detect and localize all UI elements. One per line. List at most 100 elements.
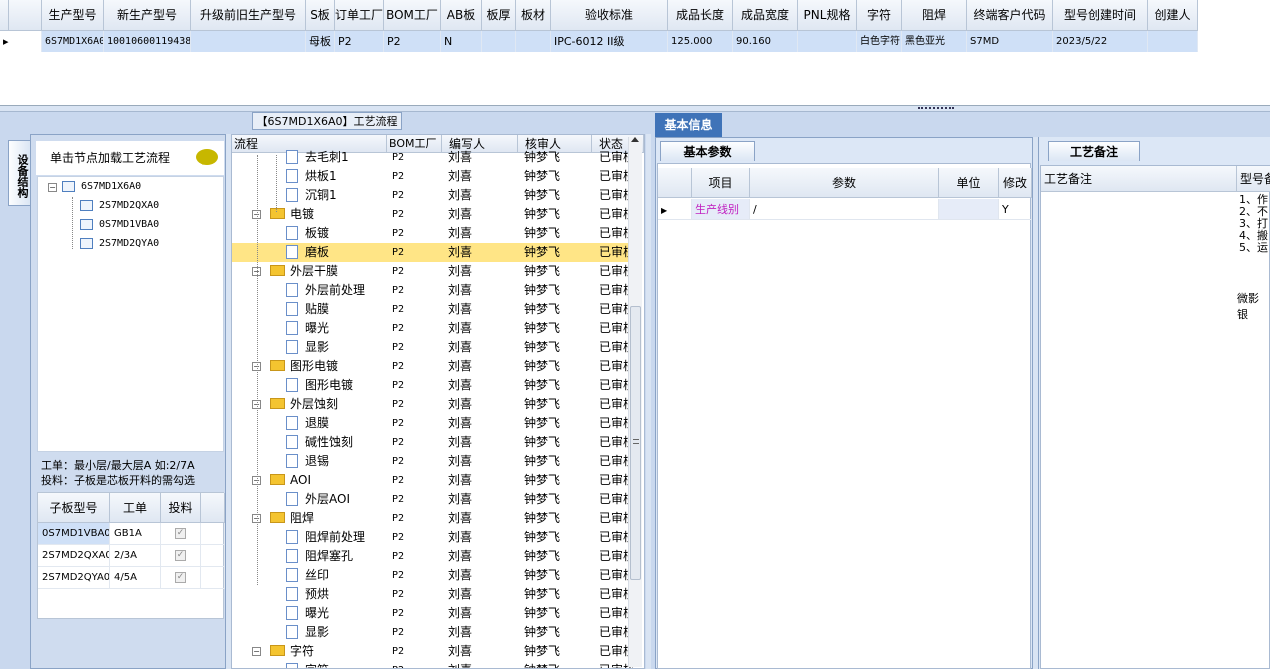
collapse-icon[interactable]: −: [252, 647, 261, 656]
cell-material[interactable]: [516, 31, 551, 52]
process-row[interactable]: 字符P2刘喜钟梦飞已审核: [232, 661, 633, 668]
process-row[interactable]: − 电镀 P2 刘喜 钟梦飞 已审核: [232, 205, 633, 224]
col-header[interactable]: BOM工厂: [384, 0, 441, 31]
cell-created-time[interactable]: 2023/5/22: [1053, 31, 1148, 52]
col-header[interactable]: S板: [306, 0, 335, 31]
col-header[interactable]: 板材: [516, 0, 551, 31]
col-header[interactable]: 单位: [939, 168, 999, 198]
col-header[interactable]: 字符: [857, 0, 902, 31]
feed-checkbox[interactable]: ✓: [175, 527, 186, 539]
process-row[interactable]: 阻焊塞孔 P2 刘喜 钟梦飞 已审核: [232, 547, 633, 566]
subboard-order[interactable]: 2/3A: [110, 545, 161, 567]
col-header[interactable]: 参数: [750, 168, 939, 198]
tree-node[interactable]: 0S7MD1VBA0: [80, 216, 159, 234]
process-row[interactable]: 显影 P2 刘喜 钟梦飞 已审核: [232, 338, 633, 357]
cell-old-model[interactable]: [191, 31, 306, 52]
col-header[interactable]: PNL规格: [798, 0, 857, 31]
cell-pnl-spec[interactable]: [798, 31, 857, 52]
tree-node[interactable]: 2S7MD2QXA0: [80, 197, 159, 215]
col-header[interactable]: 阻焊: [902, 0, 967, 31]
cell-customer-code[interactable]: S7MD: [967, 31, 1053, 52]
process-row[interactable]: − 字符 P2 刘喜 钟梦飞 已审核: [232, 642, 633, 661]
process-row[interactable]: 退膜 P2 刘喜 钟梦飞 已审核: [232, 414, 633, 433]
process-row[interactable]: − 外层干膜 P2 刘喜 钟梦飞 已审核: [232, 262, 633, 281]
tree-node[interactable]: 2S7MD2QYA0: [80, 235, 159, 253]
cell-character[interactable]: 白色字符: [857, 31, 902, 52]
col-header[interactable]: 投料: [161, 493, 201, 523]
tree-root[interactable]: 6S7MD1X6A0: [62, 178, 141, 196]
process-row[interactable]: 预烘 P2 刘喜 钟梦飞 已审核: [232, 585, 633, 604]
process-row[interactable]: 图形电镀 P2 刘喜 钟梦飞 已审核: [232, 376, 633, 395]
cell-production-model[interactable]: 6S7MD1X6A0: [42, 31, 104, 52]
col-header[interactable]: 终端客户代码: [967, 0, 1053, 31]
process-row[interactable]: 曝光 P2 刘喜 钟梦飞 已审核: [232, 319, 633, 338]
cell-order-factory[interactable]: P2: [335, 31, 384, 52]
cell-thickness[interactable]: [482, 31, 516, 52]
process-row[interactable]: − 阻焊 P2 刘喜 钟梦飞 已审核: [232, 509, 633, 528]
col-header[interactable]: 升级前旧生产型号: [191, 0, 306, 31]
subboard-check[interactable]: ✓: [161, 545, 201, 567]
subboard-order[interactable]: 4/5A: [110, 567, 161, 589]
subboard-order[interactable]: GB1A: [110, 523, 161, 545]
param-unit[interactable]: [939, 199, 999, 220]
param-value[interactable]: /: [750, 199, 939, 220]
col-header[interactable]: 工单: [110, 493, 161, 523]
col-header[interactable]: 成品长度: [668, 0, 733, 31]
process-row[interactable]: − 图形电镀 P2 刘喜 钟梦飞 已审核: [232, 357, 633, 376]
process-row[interactable]: 退锡 P2 刘喜 钟梦飞 已审核: [232, 452, 633, 471]
subboard-model[interactable]: 0S7MD1VBA0: [38, 523, 110, 545]
process-row[interactable]: 丝印 P2 刘喜 钟梦飞 已审核: [232, 566, 633, 585]
process-row[interactable]: 去毛刺1 P2 刘喜 钟梦飞 已审核: [232, 148, 633, 167]
subboard-check[interactable]: ✓: [161, 523, 201, 545]
process-row[interactable]: − AOI P2 刘喜 钟梦飞 已审核: [232, 471, 633, 490]
col-header[interactable]: 工艺备注: [1041, 166, 1237, 192]
process-row[interactable]: 磨板 P2 刘喜 钟梦飞 已审核: [232, 243, 633, 262]
middle-splitter[interactable]: [646, 134, 651, 669]
feed-checkbox[interactable]: ✓: [175, 571, 186, 583]
col-header[interactable]: 型号备注: [1237, 166, 1270, 192]
comment-bubble-icon[interactable]: [196, 149, 218, 165]
process-row[interactable]: 曝光 P2 刘喜 钟梦飞 已审核: [232, 604, 633, 623]
col-header[interactable]: 创建人: [1148, 0, 1198, 31]
process-row[interactable]: 板镀 P2 刘喜 钟梦飞 已审核: [232, 224, 633, 243]
process-row[interactable]: − 外层蚀刻 P2 刘喜 钟梦飞 已审核: [232, 395, 633, 414]
col-header[interactable]: 子板型号: [38, 493, 110, 523]
cell-acceptance-standard[interactable]: IPC-6012 II级: [551, 31, 668, 52]
feed-checkbox[interactable]: ✓: [175, 549, 186, 561]
tab-basic-params[interactable]: 基本参数: [660, 141, 755, 161]
collapse-icon[interactable]: −: [48, 183, 57, 192]
col-header[interactable]: 生产型号: [42, 0, 104, 31]
col-header[interactable]: 订单工厂: [335, 0, 384, 31]
process-row[interactable]: 外层前处理 P2 刘喜 钟梦飞 已审核: [232, 281, 633, 300]
cell-solder-mask[interactable]: 黑色亚光: [902, 31, 967, 52]
subboard-model[interactable]: 2S7MD2QXA0: [38, 545, 110, 567]
subboard-model[interactable]: 2S7MD2QYA0: [38, 567, 110, 589]
process-row[interactable]: 沉铜1 P2 刘喜 钟梦飞 已审核: [232, 186, 633, 205]
param-modify[interactable]: Y: [999, 199, 1032, 220]
col-header[interactable]: 验收标准: [551, 0, 668, 31]
col-header[interactable]: 修改: [999, 168, 1032, 198]
col-header[interactable]: 板厚: [482, 0, 516, 31]
process-row[interactable]: 显影 P2 刘喜 钟梦飞 已审核: [232, 623, 633, 642]
process-row[interactable]: 外层AOI P2 刘喜 钟梦飞 已审核: [232, 490, 633, 509]
param-item[interactable]: 生产线别: [692, 199, 750, 220]
cell-ab-board[interactable]: N: [441, 31, 482, 52]
tab-device-structure[interactable]: 设备结构: [8, 140, 30, 206]
tab-process-note[interactable]: 工艺备注: [1048, 141, 1140, 161]
cell-width[interactable]: 90.160: [733, 31, 798, 52]
scrollbar-thumb[interactable]: [630, 306, 641, 580]
cell-new-production-model[interactable]: 10010600119438: [104, 31, 191, 52]
cell-creator[interactable]: [1148, 31, 1198, 52]
horizontal-splitter[interactable]: [0, 106, 1270, 112]
cell-bom-factory[interactable]: P2: [384, 31, 441, 52]
col-header[interactable]: 型号创建时间: [1053, 0, 1148, 31]
cell-length[interactable]: 125.000: [668, 31, 733, 52]
process-row[interactable]: 碱性蚀刻 P2 刘喜 钟梦飞 已审核: [232, 433, 633, 452]
process-row[interactable]: 阻焊前处理 P2 刘喜 钟梦飞 已审核: [232, 528, 633, 547]
tab-basic-info[interactable]: 基本信息: [655, 113, 722, 137]
col-header[interactable]: 项目: [692, 168, 750, 198]
process-row[interactable]: 烘板1 P2 刘喜 钟梦飞 已审核: [232, 167, 633, 186]
cell-s-board[interactable]: 母板: [306, 31, 335, 52]
col-header[interactable]: AB板: [441, 0, 482, 31]
col-header[interactable]: 新生产型号: [104, 0, 191, 31]
